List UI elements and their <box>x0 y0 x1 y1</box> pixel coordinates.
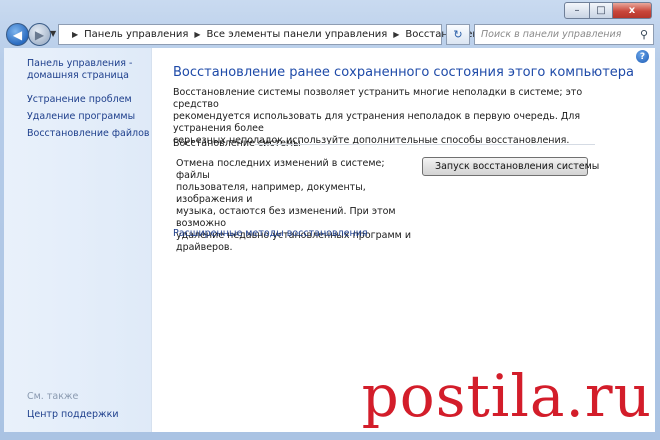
sidebar-home-line2: домашняя страница <box>27 70 130 81</box>
window-frame: – □ x ◀ ▶ ▼ ▶ Панель управления ▶ Все эл… <box>0 0 660 440</box>
address-bar[interactable]: ▶ Панель управления ▶ Все элементы панел… <box>58 24 498 45</box>
watermark-logo: postila.ru <box>361 362 652 430</box>
description-line: Восстановление системы позволяет устрани… <box>173 87 583 110</box>
page-title: Восстановление ранее сохраненного состоя… <box>173 65 635 80</box>
history-dropdown-icon[interactable]: ▼ <box>50 29 56 38</box>
chevron-right-icon[interactable]: ▶ <box>393 30 399 39</box>
description-line: рекомендуется использовать для устранени… <box>173 111 581 134</box>
section-line: музыка, остаются без изменений. При этом… <box>176 206 396 229</box>
minimize-button[interactable]: – <box>564 2 590 19</box>
section-divider <box>255 144 595 145</box>
breadcrumb-control-panel[interactable]: Панель управления <box>84 29 188 40</box>
search-icon[interactable]: ⚲ <box>640 28 648 41</box>
back-button[interactable]: ◀ <box>6 23 29 46</box>
back-arrow-icon: ◀ <box>12 27 23 42</box>
sidebar-item-uninstall[interactable]: Удаление программы <box>27 111 135 123</box>
forward-arrow-icon: ▶ <box>34 27 45 42</box>
section-line: Отмена последних изменений в системе; фа… <box>176 158 385 181</box>
see-also-label: См. также <box>27 391 79 402</box>
sidebar-item-troubleshooting[interactable]: Устранение проблем <box>27 94 132 106</box>
forward-button[interactable]: ▶ <box>28 23 51 46</box>
caption-buttons: – □ x <box>564 2 652 19</box>
maximize-button[interactable]: □ <box>590 2 613 19</box>
section-description: Отмена последних изменений в системе; фа… <box>176 158 412 254</box>
advanced-recovery-link[interactable]: Расширенные методы восстановления <box>173 228 368 239</box>
section-line: пользователя, например, документы, изобр… <box>176 182 366 205</box>
sidebar-home-line1: Панель управления - <box>27 58 133 69</box>
sidebar-item-action-center[interactable]: Центр поддержки <box>27 409 119 421</box>
chevron-right-icon[interactable]: ▶ <box>194 30 200 39</box>
sidebar: Панель управления - домашняя страница Ус… <box>4 48 152 432</box>
breadcrumb-all-items[interactable]: Все элементы панели управления <box>207 29 388 40</box>
refresh-button[interactable]: ↻ <box>446 24 470 45</box>
open-system-restore-button[interactable]: Запуск восстановления системы <box>422 157 599 176</box>
sidebar-item-home[interactable]: Панель управления - домашняя страница <box>27 58 132 82</box>
search-box[interactable]: Поиск в панели управления ⚲ <box>474 24 654 45</box>
navigation-bar: ◀ ▶ ▼ ▶ Панель управления ▶ Все элементы… <box>0 20 660 46</box>
chevron-right-icon[interactable]: ▶ <box>72 30 78 39</box>
section-line: драйверов. <box>176 242 233 253</box>
title-bar: – □ x <box>0 0 660 20</box>
sidebar-item-file-recovery[interactable]: Восстановление файлов <box>27 128 150 140</box>
search-input[interactable]: Поиск в панели управления <box>475 29 621 40</box>
refresh-icon: ↻ <box>453 28 463 41</box>
close-button[interactable]: x <box>613 2 652 19</box>
help-icon[interactable]: ? <box>636 50 649 63</box>
restore-button-label: Запуск восстановления системы <box>435 161 600 172</box>
